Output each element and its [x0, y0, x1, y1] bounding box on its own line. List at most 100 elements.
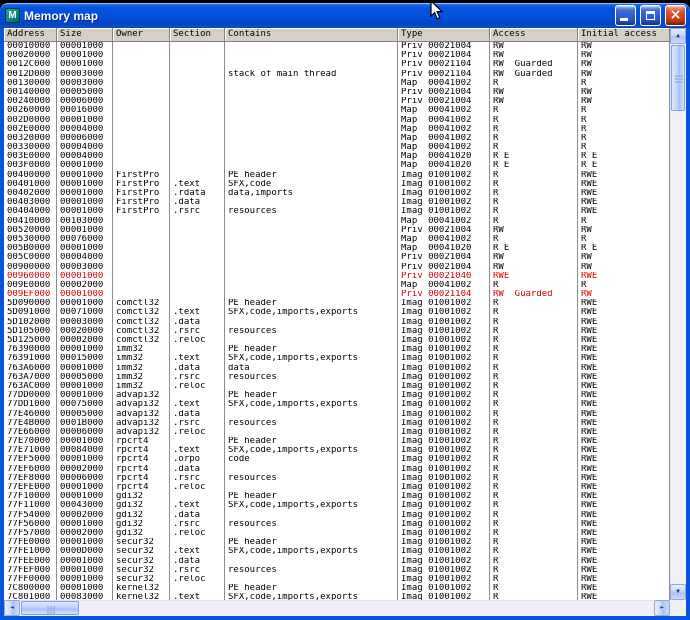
table-row[interactable]: 76391000 00015000 imm32 .text SFX,code,i…: [4, 354, 670, 363]
table-row[interactable]: 5D105000 00020000 comctl32 .rsrc resourc…: [4, 327, 670, 336]
cell-initial-access: RWE: [578, 336, 670, 345]
table-row[interactable]: 00410000 00103000 Map 00041002 R R: [4, 217, 670, 226]
table-row[interactable]: 77E71000 00084000 rpcrt4 .text SFX,code,…: [4, 446, 670, 455]
scroll-up-icon[interactable]: ▲: [670, 28, 686, 44]
cell-initial-access: RWE: [578, 575, 670, 584]
table-row[interactable]: 00401000 00001000 FirstPro .text SFX,cod…: [4, 180, 670, 189]
table-row[interactable]: 77FE0000 00001000 secur32 PE header Imag…: [4, 538, 670, 547]
table-row[interactable]: 77E66000 00006000 advapi32 .reloc Imag 0…: [4, 428, 670, 437]
table-row[interactable]: 77DD0000 00001000 advapi32 PE header Ima…: [4, 391, 670, 400]
table-row[interactable]: 77F56000 00001000 gdi32 .rsrc resources …: [4, 520, 670, 529]
col-header-size[interactable]: Size: [57, 28, 113, 41]
scroll-right-icon[interactable]: ►: [654, 600, 670, 616]
table-row[interactable]: 002E0000 00004000 Map 00041002 R R: [4, 125, 670, 134]
col-header-initial-access[interactable]: Initial access: [578, 28, 670, 41]
cell-contains: [225, 97, 398, 106]
table-row[interactable]: 00330000 00004000 Map 00041002 R R: [4, 143, 670, 152]
table-row[interactable]: 00320000 00006000 Map 00041002 R R: [4, 134, 670, 143]
cell-address: 77FF0000: [4, 575, 57, 584]
horizontal-scrollbar[interactable]: ◄ ►: [4, 600, 670, 616]
table-row[interactable]: 77FEE000 00001000 secur32 .data Imag 010…: [4, 557, 670, 566]
table-row[interactable]: 002D0000 00001000 Map 00041002 R R: [4, 116, 670, 125]
horizontal-scrollbar-thumb[interactable]: [21, 601, 79, 615]
table-row[interactable]: 00140000 00005000 Priv 00021004 RW RW: [4, 88, 670, 97]
cell-owner: secur32: [113, 575, 170, 584]
table-row[interactable]: 77F54000 00002000 gdi32 .data Imag 01001…: [4, 511, 670, 520]
table-row[interactable]: 003E0000 00004000 Map 00041020 R E R E: [4, 152, 670, 161]
table-row[interactable]: 00530000 00076000 Map 00041002 R R: [4, 235, 670, 244]
table-row[interactable]: 0012C000 00001000 Priv 00021104 RW Guard…: [4, 60, 670, 69]
table-row[interactable]: 00260000 00016000 Map 00041002 R R: [4, 106, 670, 115]
table-row[interactable]: 77FE1000 0000D000 secur32 .text SFX,code…: [4, 547, 670, 556]
scroll-left-icon[interactable]: ◄: [4, 600, 20, 616]
cell-address: 00330000: [4, 143, 57, 152]
table-row[interactable]: 00960000 00001000 Priv 00021040 RWE RWE: [4, 272, 670, 281]
table-row[interactable]: 77E4B000 0001B000 advapi32 .rsrc resourc…: [4, 419, 670, 428]
table-row[interactable]: 763A6000 00001000 imm32 .data data Imag …: [4, 364, 670, 373]
cell-address: 77F11000: [4, 501, 57, 510]
table-body[interactable]: 00010000 00001000 Priv 00021004 RW RW 00…: [4, 42, 670, 600]
table-row[interactable]: 77EFE000 00001000 rpcrt4 .reloc Imag 010…: [4, 483, 670, 492]
table-row[interactable]: 00020000 00001000 Priv 00021004 RW RW: [4, 51, 670, 60]
table-row[interactable]: 77EF6000 00002000 rpcrt4 .data Imag 0100…: [4, 465, 670, 474]
table-row[interactable]: 763AC000 00001000 imm32 .reloc Imag 0100…: [4, 382, 670, 391]
table-row[interactable]: 77E46000 00005000 advapi32 .data Imag 01…: [4, 410, 670, 419]
table-row[interactable]: 00403000 00001000 FirstPro .data Imag 01…: [4, 198, 670, 207]
table-row[interactable]: 00402000 00001000 FirstPro .rdata data,i…: [4, 189, 670, 198]
table-row[interactable]: 77E70000 00001000 rpcrt4 PE header Imag …: [4, 437, 670, 446]
col-header-contains[interactable]: Contains: [225, 28, 398, 41]
cell-type: Imag 01001002: [398, 474, 490, 483]
table-row[interactable]: 7C801000 00083000 kernel32 .text SFX,cod…: [4, 593, 670, 600]
table-row[interactable]: 5D102000 00003000 comctl32 .data Imag 01…: [4, 318, 670, 327]
maximize-button[interactable]: [640, 5, 661, 26]
close-button[interactable]: ×: [665, 5, 686, 26]
vertical-scrollbar[interactable]: ▲ ▼: [670, 28, 686, 600]
table-row[interactable]: 00520000 00001000 Priv 00021004 RW RW: [4, 226, 670, 235]
col-header-access[interactable]: Access: [490, 28, 578, 41]
table-row[interactable]: 77F10000 00001000 gdi32 PE header Imag 0…: [4, 492, 670, 501]
table-row[interactable]: 77DD1000 00075000 advapi32 .text SFX,cod…: [4, 400, 670, 409]
table-row[interactable]: 005B0000 00001000 Map 00041020 R E R E: [4, 244, 670, 253]
table-row[interactable]: 77EF8000 00006000 rpcrt4 .rsrc resources…: [4, 474, 670, 483]
cell-initial-access: RWE: [578, 410, 670, 419]
cell-size: 00001000: [57, 437, 113, 446]
col-header-type[interactable]: Type: [398, 28, 490, 41]
cell-type: Imag 01001002: [398, 373, 490, 382]
table-row[interactable]: 00400000 00001000 FirstPro PE header Ima…: [4, 171, 670, 180]
table-row[interactable]: 77FEF000 00001000 secur32 .rsrc resource…: [4, 566, 670, 575]
table-row[interactable]: 009E0000 00002000 Map 00041002 R R: [4, 281, 670, 290]
table-row[interactable]: 0012D000 00003000 stack of main thread P…: [4, 70, 670, 79]
table-row[interactable]: 00130000 00003000 Map 00041002 R R: [4, 79, 670, 88]
table-row[interactable]: 00010000 00001000 Priv 00021004 RW RW: [4, 42, 670, 51]
cell-owner: [113, 253, 170, 262]
table-row[interactable]: 77EF5000 00001000 rpcrt4 .orpo code Imag…: [4, 455, 670, 464]
table-row[interactable]: 005C0000 00004000 Priv 00021004 RW RW: [4, 253, 670, 262]
vertical-scrollbar-thumb[interactable]: [671, 45, 685, 111]
table-row[interactable]: 7C800000 00001000 kernel32 PE header Ima…: [4, 584, 670, 593]
table-row[interactable]: 77F57000 00002000 gdi32 .reloc Imag 0100…: [4, 529, 670, 538]
table-row[interactable]: 00404000 00001000 FirstPro .rsrc resourc…: [4, 207, 670, 216]
table-row[interactable]: 77F11000 00043000 gdi32 .text SFX,code,i…: [4, 501, 670, 510]
col-header-owner[interactable]: Owner: [113, 28, 170, 41]
ollydbg-window-icon[interactable]: M: [5, 8, 20, 23]
table-row[interactable]: 77FF0000 00001000 secur32 .reloc Imag 01…: [4, 575, 670, 584]
cell-access: RW: [490, 51, 578, 60]
cell-size: 00001000: [57, 226, 113, 235]
table-row[interactable]: 00900000 00003000 Priv 00021004 RW RW: [4, 263, 670, 272]
scroll-down-icon[interactable]: ▼: [670, 584, 686, 600]
table-row[interactable]: 5D125000 00002000 comctl32 .reloc Imag 0…: [4, 336, 670, 345]
col-header-section[interactable]: Section: [170, 28, 225, 41]
table-row[interactable]: 5D090000 00001000 comctl32 PE header Ima…: [4, 299, 670, 308]
table-row[interactable]: 5D091000 00071000 comctl32 .text SFX,cod…: [4, 308, 670, 317]
table-row[interactable]: 76390000 00001000 imm32 PE header Imag 0…: [4, 345, 670, 354]
table-row[interactable]: 00240000 00006000 Priv 00021004 RW RW: [4, 97, 670, 106]
table-row[interactable]: 009EF000 00001000 Priv 00021104 RW Guard…: [4, 290, 670, 299]
cell-access: R: [490, 106, 578, 115]
cell-section: [170, 60, 225, 69]
title-bar[interactable]: M Memory map ×: [0, 3, 690, 28]
minimize-button[interactable]: [615, 5, 636, 26]
col-header-address[interactable]: Address: [4, 28, 57, 41]
cell-size: 00076000: [57, 235, 113, 244]
table-row[interactable]: 763A7000 00005000 imm32 .rsrc resources …: [4, 373, 670, 382]
table-row[interactable]: 003F0000 00001000 Map 00041020 R E R E: [4, 161, 670, 170]
